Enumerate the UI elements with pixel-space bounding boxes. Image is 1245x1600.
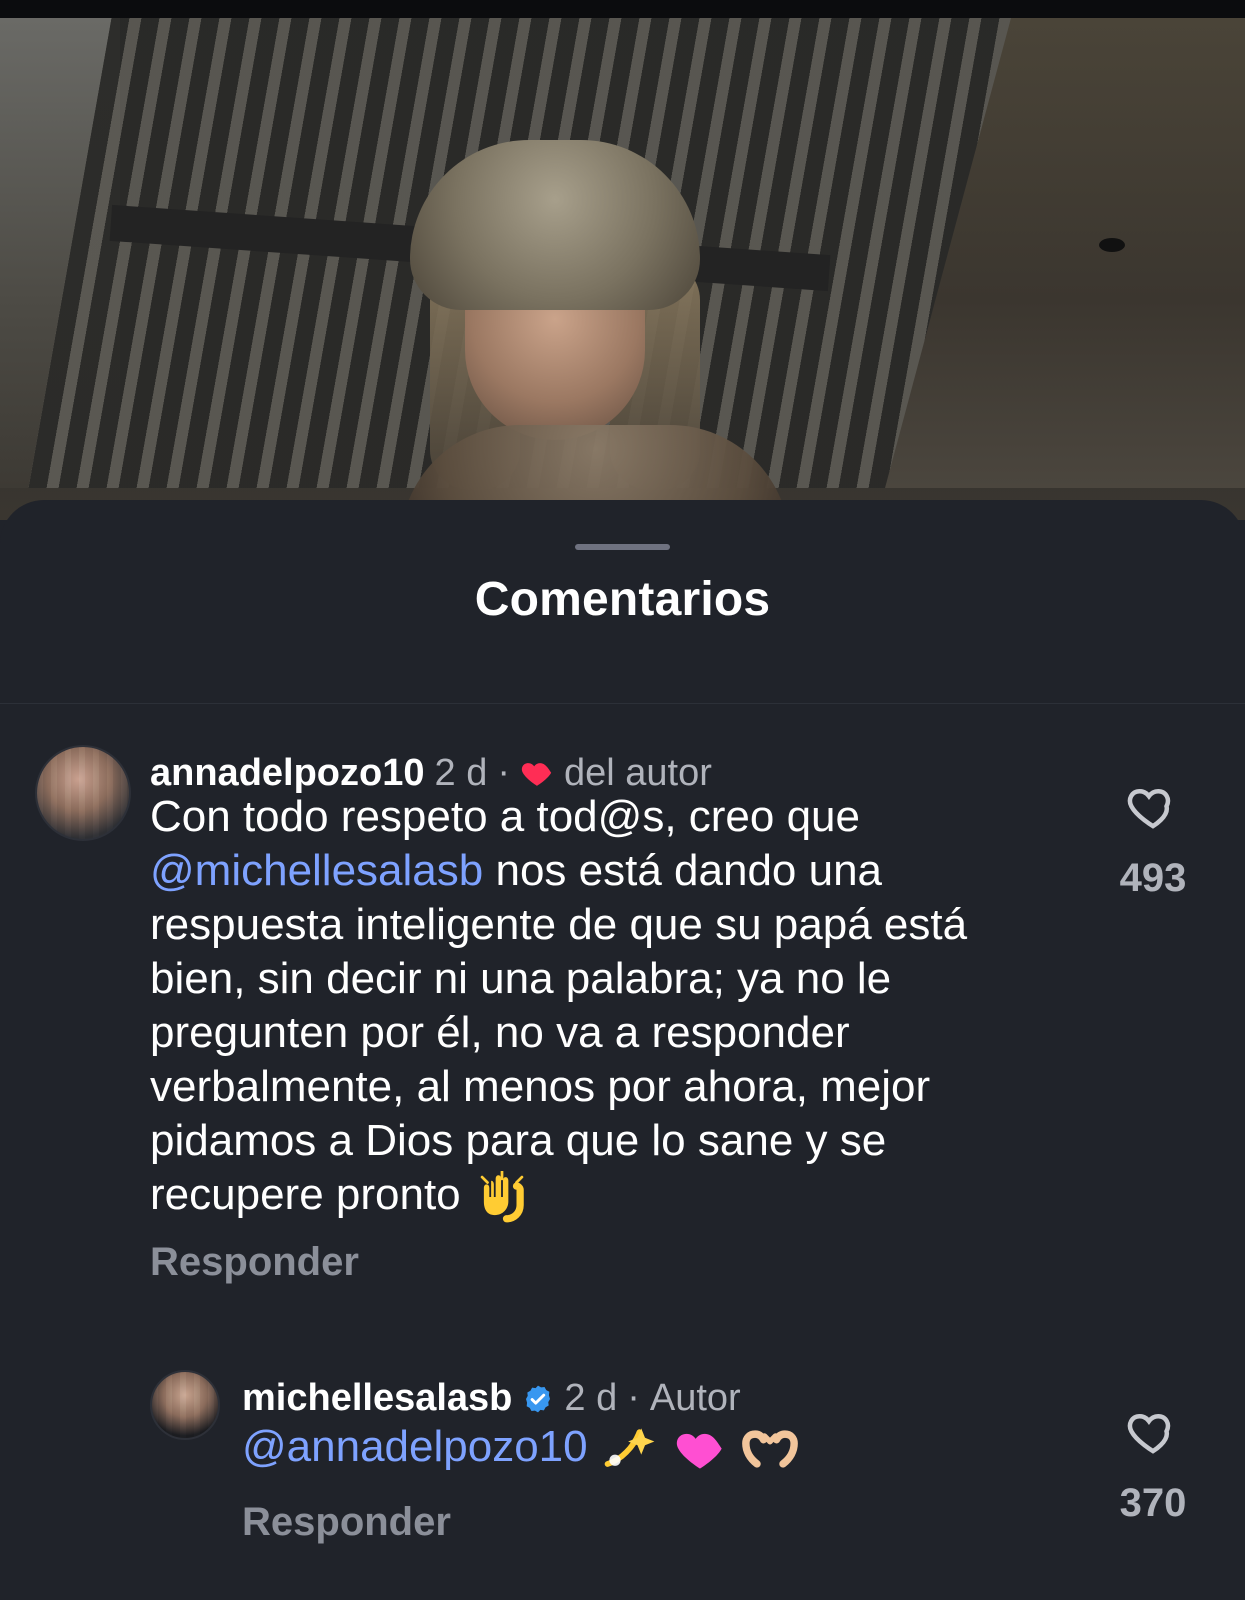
reply-button[interactable]: Responder	[242, 1500, 451, 1545]
person-in-bucket-hat	[390, 140, 810, 520]
username[interactable]: michellesalasb	[242, 1377, 512, 1420]
sheet-drag-handle[interactable]	[575, 544, 670, 550]
sheet-title: Comentarios	[474, 573, 771, 626]
comment-text-part-2: nos está dando una respuesta inteligente…	[150, 846, 968, 1219]
timestamp: 2 d	[434, 751, 488, 794]
separator-dot: ·	[627, 1375, 640, 1418]
post-media	[0, 0, 1245, 520]
reply-button[interactable]: Responder	[150, 1240, 359, 1285]
hand-heart-emoji	[740, 1423, 800, 1475]
comments-sheet: Comentarios annadelpozo10 2 d · del auto…	[0, 500, 1245, 1600]
separator-dot: ·	[497, 750, 510, 793]
comment-text: Con todo respeto a tod@s, creo que @mich…	[150, 790, 1050, 1223]
status-bar	[0, 0, 1245, 18]
verified-badge-icon	[522, 1382, 554, 1414]
instagram-comments-screen: Comentarios annadelpozo10 2 d · del auto…	[0, 0, 1245, 1600]
comment-text-part-1: Con todo respeto a tod@s, creo que	[150, 792, 860, 841]
liked-by-author-label: del autor	[563, 751, 712, 794]
like-count: 493	[1119, 856, 1187, 900]
timestamp: 2 d	[564, 1376, 618, 1419]
sheet-divider	[0, 703, 1245, 704]
avatar[interactable]	[35, 745, 131, 841]
heart-outline-icon[interactable]	[1126, 1405, 1180, 1459]
mention-link[interactable]: @annadelpozo10	[242, 1422, 588, 1471]
heart-outline-icon[interactable]	[1126, 780, 1180, 834]
like-count: 370	[1119, 1481, 1187, 1525]
author-badge: Autor	[649, 1376, 741, 1419]
comment-item: annadelpozo10 2 d · del autor Con todo r…	[0, 745, 1245, 1305]
like-column: 493	[1093, 780, 1213, 901]
heart-red-icon	[520, 756, 554, 790]
mention-link[interactable]: @michellesalasb	[150, 846, 483, 895]
raised-hands-emoji	[473, 1170, 531, 1223]
bucket-hat	[410, 140, 700, 310]
username[interactable]: annadelpozo10	[150, 752, 425, 795]
comment-text: @annadelpozo10	[242, 1420, 1062, 1477]
like-column: 370	[1093, 1405, 1213, 1526]
ceiling-light	[1099, 238, 1125, 252]
dizzy-emoji	[600, 1421, 660, 1477]
pink-heart-emoji	[672, 1423, 728, 1475]
avatar[interactable]	[150, 1370, 220, 1440]
comment-meta: michellesalasb 2 d · Autor	[242, 1375, 741, 1421]
comment-item: michellesalasb 2 d · Autor @annadelpozo1…	[0, 1365, 1245, 1575]
